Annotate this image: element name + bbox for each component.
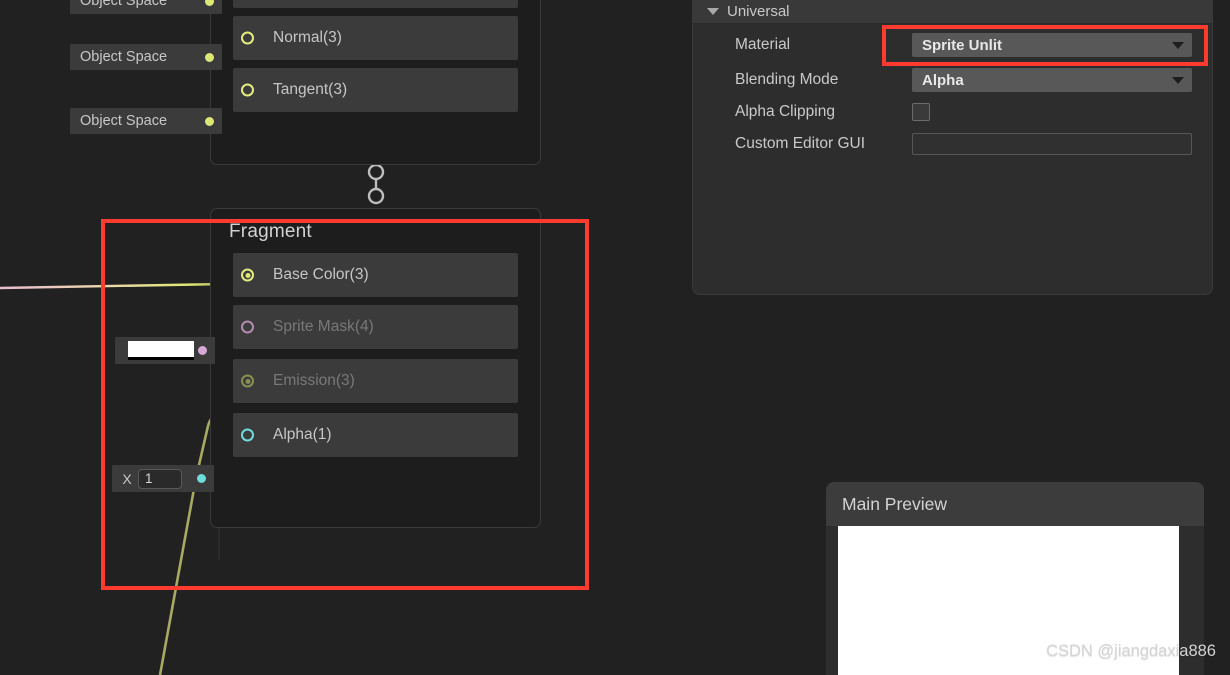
fragment-slot-emission-label: Emission(3) bbox=[273, 372, 355, 389]
vertex-slot-normal[interactable]: Normal(3) bbox=[233, 16, 518, 60]
position-space-dot-icon[interactable] bbox=[205, 0, 214, 6]
alpha-value-input[interactable]: 1 bbox=[138, 468, 182, 489]
fragment-node-title: Fragment bbox=[229, 221, 312, 242]
fragment-slot-sprite-mask-label: Sprite Mask(4) bbox=[273, 318, 374, 335]
vertex-slot-tangent[interactable]: Tangent(3) bbox=[233, 68, 518, 112]
alpha-clipping-label: Alpha Clipping bbox=[735, 103, 835, 120]
fragment-slot-sprite-mask[interactable]: Sprite Mask(4) bbox=[233, 305, 518, 349]
fragment-master-node[interactable]: Fragment Base Color(3) Sprite Mask(4) Em… bbox=[210, 208, 541, 528]
sprite-mask-dot-icon[interactable] bbox=[198, 346, 207, 355]
sprite-mask-color-field[interactable] bbox=[115, 337, 215, 364]
port-emission-icon[interactable] bbox=[241, 374, 254, 388]
port-normal-icon[interactable] bbox=[241, 31, 254, 45]
custom-editor-gui-label: Custom Editor GUI bbox=[735, 135, 866, 152]
blending-mode-dropdown-value: Alpha bbox=[922, 71, 964, 89]
normal-space-field[interactable]: Object Space bbox=[70, 44, 222, 70]
graph-inspector-panel: Universal Material Sprite Unlit Blending… bbox=[692, 0, 1213, 295]
blending-mode-label: Blending Mode bbox=[735, 71, 839, 88]
vertex-slot-tangent-label: Tangent(3) bbox=[273, 81, 348, 98]
alpha-axis-label: X bbox=[122, 470, 132, 487]
chevron-down-icon[interactable] bbox=[707, 7, 719, 15]
fragment-slot-alpha-label: Alpha(1) bbox=[273, 426, 332, 443]
normal-space-value: Object Space bbox=[80, 49, 168, 65]
tangent-space-field[interactable]: Object Space bbox=[70, 108, 222, 134]
vertex-master-node[interactable]: Vertex Position(3) Normal(3) Tangent(3) bbox=[210, 0, 541, 165]
port-sprite-mask-icon[interactable] bbox=[241, 320, 254, 334]
main-preview-header[interactable]: Main Preview bbox=[826, 482, 1204, 526]
tangent-space-value: Object Space bbox=[80, 113, 168, 129]
sprite-mask-color-swatch[interactable] bbox=[128, 341, 194, 360]
custom-editor-gui-input[interactable] bbox=[912, 133, 1192, 155]
shader-graph-window: Vertex Position(3) Normal(3) Tangent(3) … bbox=[0, 0, 1230, 675]
vertex-slot-normal-label: Normal(3) bbox=[273, 29, 342, 46]
main-preview-title: Main Preview bbox=[842, 493, 948, 514]
position-space-field[interactable]: Object Space bbox=[70, 0, 222, 14]
inspector-row-material: Material Sprite Unlit bbox=[693, 30, 1212, 60]
position-space-value: Object Space bbox=[80, 0, 168, 9]
vertex-slot-position[interactable]: Position(3) bbox=[233, 0, 518, 8]
inspector-row-alpha-clipping: Alpha Clipping bbox=[693, 97, 1212, 127]
tangent-space-dot-icon[interactable] bbox=[205, 116, 214, 126]
normal-space-dot-icon[interactable] bbox=[205, 52, 214, 62]
material-label: Material bbox=[735, 36, 791, 53]
port-base-color-icon[interactable] bbox=[241, 268, 254, 282]
blending-mode-dropdown[interactable]: Alpha bbox=[912, 68, 1192, 92]
material-dropdown[interactable]: Sprite Unlit bbox=[912, 33, 1192, 57]
blending-mode-caret-icon[interactable] bbox=[1172, 76, 1184, 84]
fragment-slot-base-color-label: Base Color(3) bbox=[273, 266, 369, 283]
inspector-row-blending-mode: Blending Mode Alpha bbox=[693, 65, 1212, 95]
alpha-dot-icon[interactable] bbox=[197, 474, 206, 483]
watermark-text: CSDN @jiangdaxia886 bbox=[1046, 642, 1216, 660]
fragment-slot-base-color[interactable]: Base Color(3) bbox=[233, 253, 518, 297]
material-caret-icon[interactable] bbox=[1172, 41, 1184, 49]
port-tangent-icon[interactable] bbox=[241, 83, 254, 97]
port-alpha-icon[interactable] bbox=[241, 428, 254, 442]
fragment-slot-emission[interactable]: Emission(3) bbox=[233, 359, 518, 403]
inspector-section-header[interactable]: Universal bbox=[693, 0, 1212, 24]
inspector-row-custom-editor-gui: Custom Editor GUI bbox=[693, 129, 1212, 159]
inspector-section-title: Universal bbox=[727, 2, 790, 20]
material-dropdown-value: Sprite Unlit bbox=[922, 36, 1003, 54]
fragment-slot-alpha[interactable]: Alpha(1) bbox=[233, 413, 518, 457]
alpha-value-field[interactable]: X 1 bbox=[112, 465, 214, 492]
alpha-clipping-checkbox[interactable] bbox=[912, 103, 930, 121]
